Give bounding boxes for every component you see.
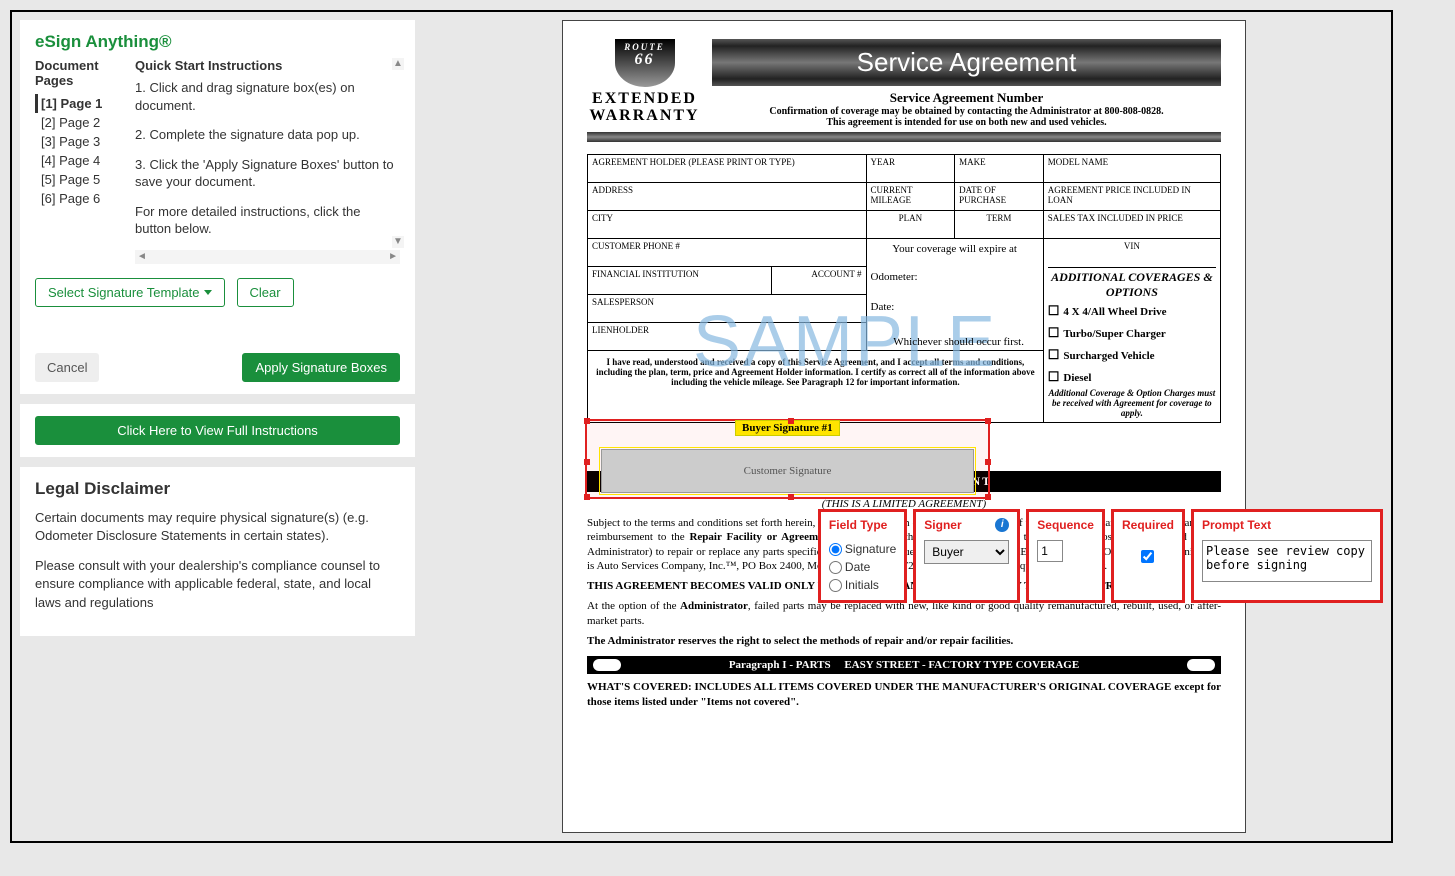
scroll-up-icon[interactable]: ▲ bbox=[392, 58, 404, 70]
document-intent-text: This agreement is intended for use on bo… bbox=[712, 117, 1221, 128]
resize-handle[interactable] bbox=[985, 494, 991, 500]
prompt-text-input[interactable]: Please see review copy before signing bbox=[1202, 540, 1372, 582]
clear-button[interactable]: Clear bbox=[237, 278, 294, 307]
document-confirm-text: Confirmation of coverage may be obtained… bbox=[712, 106, 1221, 117]
required-checkbox[interactable] bbox=[1141, 550, 1154, 563]
resize-handle[interactable] bbox=[584, 418, 590, 424]
sequence-input[interactable] bbox=[1037, 540, 1063, 562]
info-icon[interactable]: i bbox=[995, 518, 1009, 532]
legal-text: Please consult with your dealership's co… bbox=[35, 557, 400, 612]
field-type-date[interactable]: Date bbox=[829, 558, 896, 576]
resize-handle[interactable] bbox=[985, 459, 991, 465]
select-template-label: Select Signature Template bbox=[48, 285, 200, 300]
required-heading: Required bbox=[1122, 518, 1174, 532]
resize-handle[interactable] bbox=[584, 459, 590, 465]
coverage-option: Turbo/Super Charger bbox=[1048, 322, 1216, 344]
prompt-heading: Prompt Text bbox=[1202, 518, 1372, 532]
page-link-2[interactable]: [2] Page 2 bbox=[35, 113, 127, 132]
scroll-down-icon[interactable]: ▼ bbox=[392, 236, 404, 248]
logo: ROUTE 66 EXTENDED WARRANTY bbox=[587, 39, 702, 128]
legal-heading: Legal Disclaimer bbox=[35, 479, 400, 499]
document-canvas[interactable]: SAMPLE ROUTE 66 EXTENDED WARRANTY Servic… bbox=[425, 20, 1383, 833]
page-link-3[interactable]: [3] Page 3 bbox=[35, 132, 127, 151]
field-type-heading: Field Type bbox=[829, 518, 896, 532]
instruction-step: 2. Complete the signature data pop up. bbox=[135, 126, 400, 144]
field-type-signature[interactable]: Signature bbox=[829, 540, 896, 558]
page-list: [1] Page 1 [2] Page 2 [3] Page 3 [4] Pag… bbox=[35, 94, 127, 208]
document-subtitle: Service Agreement Number bbox=[712, 90, 1221, 106]
instruction-step: 1. Click and drag signature box(es) on d… bbox=[135, 79, 400, 114]
page-link-6[interactable]: [6] Page 6 bbox=[35, 189, 127, 208]
page-link-4[interactable]: [4] Page 4 bbox=[35, 151, 127, 170]
select-template-button[interactable]: Select Signature Template bbox=[35, 278, 225, 307]
signature-box[interactable]: Buyer Signature #1 Customer Signature bbox=[585, 419, 990, 499]
signature-config-popup: Field Type Signature Date Initials Signe… bbox=[818, 509, 1383, 603]
coverage-option: Diesel bbox=[1048, 366, 1216, 388]
agreement-form-table: AGREEMENT HOLDER (PLEASE PRINT OR TYPE) … bbox=[587, 154, 1221, 423]
document-page: SAMPLE ROUTE 66 EXTENDED WARRANTY Servic… bbox=[562, 20, 1246, 833]
signer-heading: Signer bbox=[924, 518, 961, 532]
signature-placeholder[interactable]: Customer Signature bbox=[601, 449, 974, 493]
legal-disclaimer-panel: Legal Disclaimer Certain documents may r… bbox=[20, 467, 415, 636]
resize-handle[interactable] bbox=[584, 494, 590, 500]
instructions-heading: Quick Start Instructions bbox=[135, 58, 400, 73]
paragraph-bar: Paragraph I - PARTS EASY STREET - FACTOR… bbox=[587, 656, 1221, 674]
resize-handle[interactable] bbox=[788, 494, 794, 500]
field-type-initials[interactable]: Initials bbox=[829, 576, 896, 594]
app-brand: eSign Anything® bbox=[35, 32, 400, 52]
page-link-5[interactable]: [5] Page 5 bbox=[35, 170, 127, 189]
horizontal-scrollbar[interactable]: ◄► bbox=[135, 250, 400, 264]
apply-signature-boxes-button[interactable]: Apply Signature Boxes bbox=[242, 353, 400, 382]
resize-handle[interactable] bbox=[985, 418, 991, 424]
instruction-step: For more detailed instructions, click th… bbox=[135, 203, 400, 238]
covered-text: WHAT'S COVERED: INCLUDES ALL ITEMS COVER… bbox=[587, 681, 1221, 707]
resize-handle[interactable] bbox=[788, 418, 794, 424]
coverage-option: 4 X 4/All Wheel Drive bbox=[1048, 300, 1216, 322]
route-shield-icon: ROUTE 66 bbox=[615, 39, 675, 87]
coverage-option: Surcharged Vehicle bbox=[1048, 344, 1216, 366]
cancel-button[interactable]: Cancel bbox=[35, 353, 99, 382]
signer-select[interactable]: Buyer bbox=[924, 540, 1009, 564]
legal-text: Certain documents may require physical s… bbox=[35, 509, 400, 545]
field-type-column: Field Type Signature Date Initials bbox=[818, 509, 907, 603]
view-full-instructions-button[interactable]: Click Here to View Full Instructions bbox=[35, 416, 400, 445]
page-link-1[interactable]: [1] Page 1 bbox=[35, 94, 127, 113]
pages-heading: Document Pages bbox=[35, 58, 127, 88]
document-title: Service Agreement bbox=[712, 39, 1221, 86]
sequence-heading: Sequence bbox=[1037, 518, 1094, 532]
instruction-step: 3. Click the 'Apply Signature Boxes' but… bbox=[135, 156, 400, 191]
